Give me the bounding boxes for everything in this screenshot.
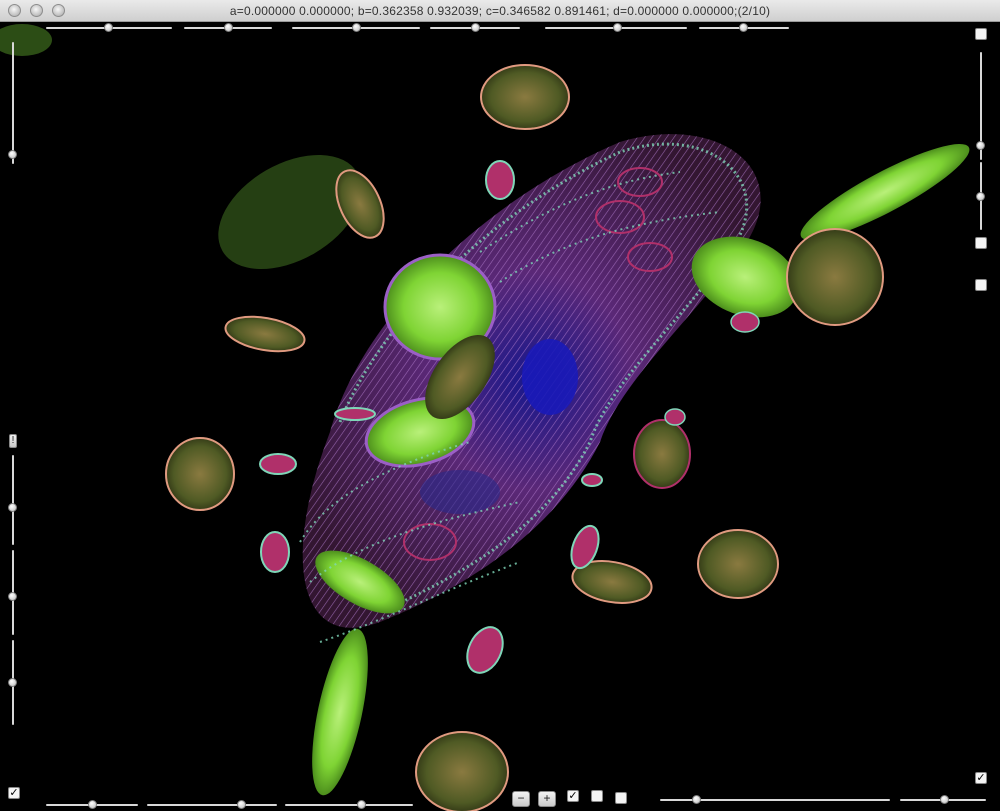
toolbar-checkbox-3[interactable]	[615, 792, 627, 804]
toolbar-checkbox-2[interactable]	[591, 790, 603, 802]
slider-thumb[interactable]	[739, 23, 748, 32]
top-slider-6[interactable]	[699, 23, 789, 33]
bottom-right-checkbox[interactable]: ✓	[975, 772, 987, 784]
bottom-left-checkbox[interactable]: ✓	[8, 787, 20, 799]
checkmark-icon: ✓	[976, 772, 986, 784]
checkmark-icon: ✓	[9, 787, 19, 799]
title-bar: a=0.000000 0.000000; b=0.362358 0.932039…	[0, 0, 1000, 22]
bottom-slider-2[interactable]	[147, 800, 277, 810]
window-title: a=0.000000 0.000000; b=0.362358 0.932039…	[229, 4, 771, 18]
slider-thumb[interactable]	[8, 592, 17, 601]
slider-thumb[interactable]	[8, 678, 17, 687]
left-slider-3[interactable]	[8, 550, 18, 635]
slider-thumb[interactable]	[976, 141, 985, 150]
slider-thumb[interactable]	[692, 795, 701, 804]
slider-thumb[interactable]	[8, 150, 17, 159]
left-slider-4[interactable]	[8, 640, 18, 725]
slider-track	[147, 804, 277, 806]
slider-thumb[interactable]	[357, 800, 366, 809]
olive-blobs	[0, 24, 884, 811]
left-slider-1[interactable]	[8, 42, 18, 164]
slider-thumb[interactable]	[224, 23, 233, 32]
zoom-out-button[interactable]: −	[512, 791, 530, 807]
bottom-slider-1[interactable]	[46, 800, 138, 810]
slider-thumb[interactable]	[8, 503, 17, 512]
slider-thumb[interactable]	[104, 23, 113, 32]
slider-thumb[interactable]	[237, 800, 246, 809]
slider-track	[12, 42, 14, 164]
right-checkbox-2[interactable]	[975, 279, 987, 291]
top-slider-3[interactable]	[292, 23, 420, 33]
top-slider-1[interactable]	[46, 23, 172, 33]
zoom-in-button[interactable]: +	[538, 791, 556, 807]
slider-track	[285, 804, 413, 806]
bottom-slider-3[interactable]	[285, 800, 413, 810]
slider-thumb[interactable]	[88, 800, 97, 809]
checkmark-icon: ✓	[568, 790, 578, 802]
top-slider-4[interactable]	[430, 23, 520, 33]
toolbar-checkbox-1[interactable]: ✓	[567, 790, 579, 802]
slider-thumb[interactable]	[352, 23, 361, 32]
right-slider-2[interactable]	[976, 162, 986, 230]
app-window: a=0.000000 0.000000; b=0.362358 0.932039…	[0, 0, 1000, 811]
fractal-canvas[interactable]	[0, 22, 1000, 811]
slider-thumb[interactable]	[976, 192, 985, 201]
slider-thumb[interactable]	[940, 795, 949, 804]
slider-thumb[interactable]	[471, 23, 480, 32]
warning-marker[interactable]: !	[9, 434, 17, 448]
fractal-render	[0, 24, 970, 811]
slider-thumb[interactable]	[613, 23, 622, 32]
left-slider-2[interactable]	[8, 455, 18, 545]
top-slider-5[interactable]	[545, 23, 687, 33]
right-slider-1[interactable]	[976, 52, 986, 160]
top-right-checkbox[interactable]	[975, 28, 987, 40]
bottom-slider-4[interactable]	[660, 795, 890, 805]
top-slider-2[interactable]	[184, 23, 272, 33]
right-checkbox-1[interactable]	[975, 237, 987, 249]
slider-track	[12, 455, 14, 545]
bottom-slider-5[interactable]	[900, 795, 986, 805]
